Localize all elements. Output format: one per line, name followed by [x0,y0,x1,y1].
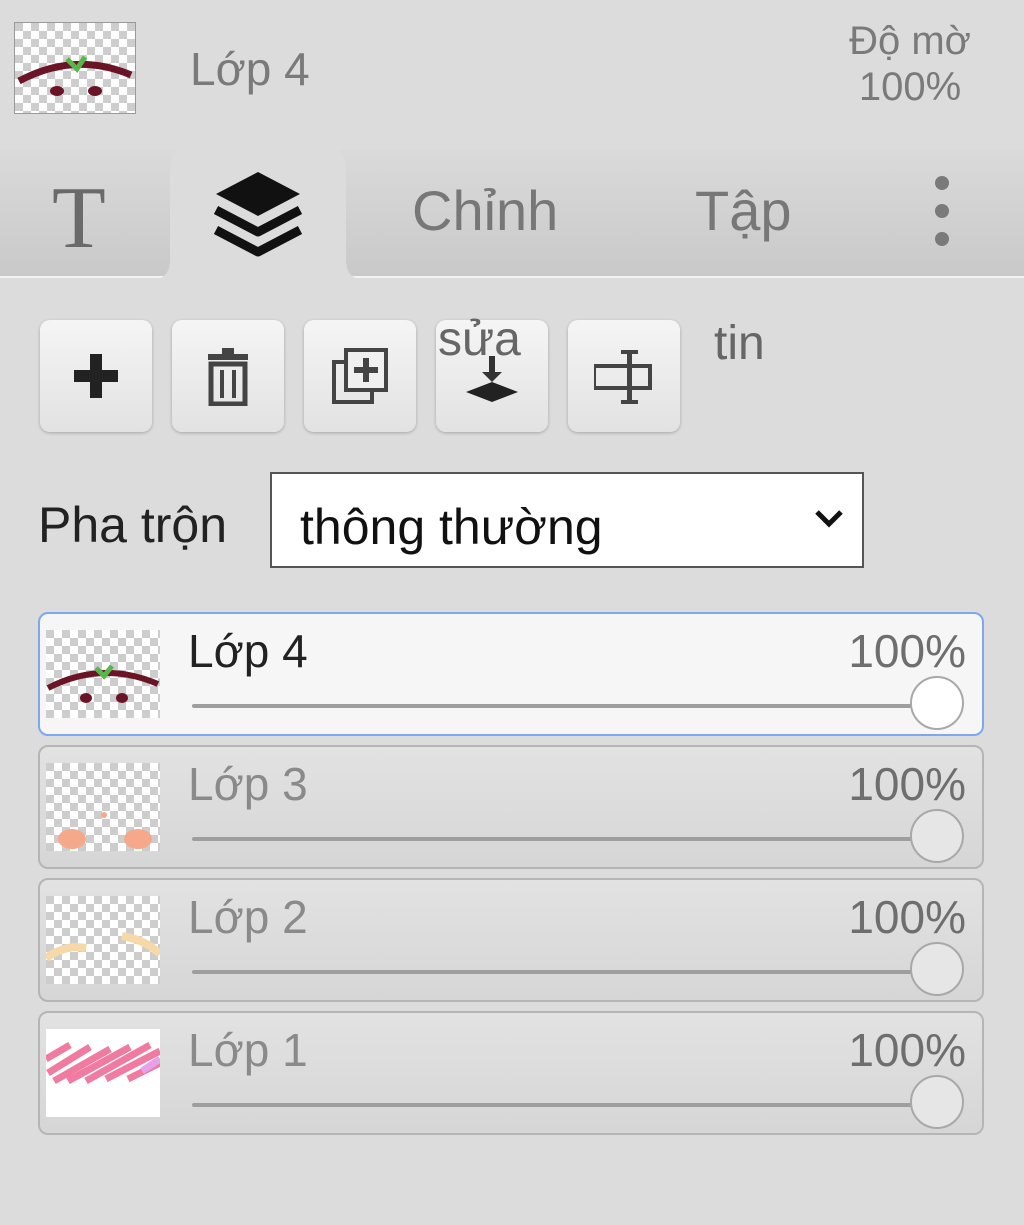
layer-name[interactable]: Lớp 4 [188,624,308,678]
opacity-slider-track[interactable] [192,1103,938,1107]
opacity-value: 100% [858,65,962,109]
duplicate-layer-button[interactable] [304,320,416,432]
opacity-slider-track[interactable] [192,970,938,974]
opacity-slider-knob[interactable] [910,809,964,863]
duplicate-icon [332,348,388,404]
tab-text[interactable]: T [52,168,106,269]
rename-layer-button[interactable] [568,320,680,432]
layer-opacity-value: 100% [848,758,966,810]
layer-row[interactable]: Lớp 2 100% [38,878,984,1002]
delete-layer-button[interactable] [172,320,284,432]
layer-thumbnail [46,630,160,718]
more-vertical-icon[interactable] [928,176,956,250]
opacity-slider-track[interactable] [192,704,938,708]
layer-name[interactable]: Lớp 1 [188,1023,308,1077]
layer-name[interactable]: Lớp 2 [188,890,308,944]
current-layer-name: Lớp 4 [190,43,310,95]
layer-opacity-value: 100% [848,891,966,943]
opacity-readout: Độ mờ 100% [820,18,1000,110]
toolbar-overlay-text-info: tin [714,317,765,370]
layer-thumbnail [44,1029,162,1117]
trash-icon [208,348,248,406]
rename-icon [594,350,652,404]
layer-row[interactable]: Lớp 4 100% [38,612,984,736]
layer-row[interactable]: Lớp 3 100% [38,745,984,869]
current-layer-thumbnail [14,22,136,114]
opacity-label: Độ mờ [849,19,971,63]
opacity-slider-knob[interactable] [910,676,964,730]
layer-opacity-value: 100% [848,1024,966,1076]
blend-mode-select[interactable]: thông thường [270,472,864,568]
layer-name[interactable]: Lớp 3 [188,757,308,811]
blend-mode-label: Pha trộn [38,497,228,553]
toolbar-overlay-text-edit: sửa [438,313,521,366]
plus-icon [74,354,118,398]
layer-row[interactable]: Lớp 1 100% [38,1011,984,1135]
opacity-slider-track[interactable] [192,837,938,841]
opacity-slider-knob[interactable] [910,942,964,996]
layer-thumbnail [43,896,163,984]
blend-mode-value: thông thường [300,499,603,555]
add-layer-button[interactable] [40,320,152,432]
layer-opacity-value: 100% [848,625,966,677]
chevron-down-icon [815,510,843,528]
layer-thumbnail [46,763,160,851]
tab-file[interactable]: Tập [695,178,792,243]
opacity-slider-knob[interactable] [910,1075,964,1129]
layers-icon[interactable] [212,168,304,258]
tab-adjust[interactable]: Chỉnh [412,178,558,243]
